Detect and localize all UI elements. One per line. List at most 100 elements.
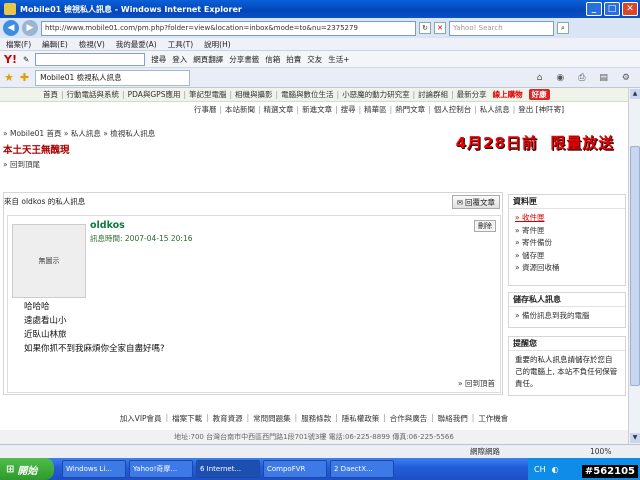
refresh-icon[interactable]: ↻ bbox=[419, 22, 431, 34]
message-box: 無圖示 oldkos 訊息時間: 2007-04-15 20:16 刪除 哈哈哈… bbox=[7, 215, 501, 393]
back-link[interactable]: » 回到頂尾 bbox=[3, 159, 40, 170]
subnav-pm[interactable]: 私人訊息 bbox=[480, 104, 510, 115]
scroll-down-icon[interactable]: ▼ bbox=[630, 433, 640, 443]
tab-mobile01[interactable]: Mobile01 檢視私人訊息 bbox=[35, 69, 191, 86]
folder-saved[interactable]: » 儲存匣 bbox=[515, 250, 619, 263]
back-to-top-link[interactable]: » 回到頂首 bbox=[458, 378, 495, 389]
footer-contact[interactable]: 聯絡我們 bbox=[438, 413, 468, 424]
subnav-hot[interactable]: 熱門文章 bbox=[395, 104, 425, 115]
vertical-scrollbar[interactable]: ▲ ▼ bbox=[628, 88, 640, 444]
sitenav-groups[interactable]: 討論群組 bbox=[418, 89, 448, 100]
sitenav-badge[interactable]: 好康 bbox=[528, 89, 550, 100]
zoom-level[interactable]: 100% bbox=[590, 447, 611, 456]
toolbar-share-button[interactable]: 分享書籤 bbox=[229, 54, 259, 65]
task-ie[interactable]: 6 Internet... bbox=[196, 460, 260, 478]
toolbar-search-input[interactable] bbox=[35, 52, 146, 66]
minimize-button[interactable]: _ bbox=[586, 2, 602, 16]
message-line: 近臥山林旅 bbox=[24, 330, 67, 340]
status-bar: 網際網路 100% bbox=[0, 444, 640, 458]
footer-ads[interactable]: 合作與廣告 bbox=[390, 413, 428, 424]
toolbar-translate-button[interactable]: 網頁翻譯 bbox=[193, 54, 223, 65]
folder-sent-backup[interactable]: » 寄件備份 bbox=[515, 237, 619, 250]
menu-favorites[interactable]: 我的最愛(A) bbox=[116, 39, 157, 50]
menu-edit[interactable]: 編輯(E) bbox=[42, 39, 68, 50]
backup-to-pc-link[interactable]: » 備份訊息到我的電腦 bbox=[515, 310, 619, 323]
task-windows-live[interactable]: Windows Li... bbox=[62, 460, 126, 478]
task-list: Windows Li... Yahoo!奇摩... 6 Internet... … bbox=[62, 460, 394, 478]
sitenav-pda[interactable]: PDA與GPS應用 bbox=[128, 89, 181, 100]
input-language[interactable]: CH bbox=[534, 465, 546, 474]
sitenav-notebook[interactable]: 筆記型電腦 bbox=[189, 89, 227, 100]
site-nav: 首頁 | 行動電話與系統 | PDA與GPS應用 | 筆記型電腦 | 相機與攝影 | 電腦… bbox=[0, 88, 628, 102]
sitenav-phones[interactable]: 行動電話與系統 bbox=[67, 89, 120, 100]
page-icon[interactable]: ▤ bbox=[599, 73, 608, 83]
url-input[interactable]: http://www.mobile01.com/pm.php?folder=vi… bbox=[41, 20, 416, 36]
folder-trash[interactable]: » 資源回收桶 bbox=[515, 262, 619, 275]
search-icon[interactable]: ⌕ bbox=[557, 22, 569, 34]
yahoo-logo-icon[interactable]: Y! bbox=[4, 53, 17, 66]
footer-faq[interactable]: 常問問題集 bbox=[253, 413, 291, 424]
footer-vip[interactable]: 加入VIP會員 bbox=[120, 413, 162, 424]
menu-file[interactable]: 檔案(F) bbox=[6, 39, 31, 50]
scroll-up-icon[interactable]: ▲ bbox=[630, 89, 640, 99]
sitenav-shop[interactable]: 線上購物 bbox=[493, 89, 523, 100]
feeds-icon[interactable]: ◉ bbox=[556, 73, 564, 83]
sitenav-motor[interactable]: 小惡魔的動力研究室 bbox=[342, 89, 410, 100]
folder-sent[interactable]: » 寄件匣 bbox=[515, 225, 619, 238]
sitenav-camera[interactable]: 相機與攝影 bbox=[235, 89, 273, 100]
subnav-new[interactable]: 新進文章 bbox=[302, 104, 332, 115]
maximize-button[interactable]: □ bbox=[604, 2, 620, 16]
folders-title: 資料匣 bbox=[509, 195, 625, 209]
task-yahoo[interactable]: Yahoo!奇摩... bbox=[129, 460, 193, 478]
subnav-news[interactable]: 本站新聞 bbox=[225, 104, 255, 115]
folder-inbox[interactable]: » 收件匣 bbox=[515, 212, 619, 225]
toolbar-friends-button[interactable]: 交友 bbox=[307, 54, 322, 65]
subnav-featured[interactable]: 精選文章 bbox=[264, 104, 294, 115]
sitenav-digital[interactable]: 電腦與數位生活 bbox=[281, 89, 334, 100]
toolbar-login-button[interactable]: 登入 bbox=[172, 54, 187, 65]
subnav-search[interactable]: 搜尋 bbox=[341, 104, 356, 115]
save-pm-title: 儲存私人訊息 bbox=[509, 293, 625, 307]
menu-tools[interactable]: 工具(T) bbox=[168, 39, 193, 50]
task-directx[interactable]: 2 DaectX... bbox=[330, 460, 394, 478]
footer-jobs[interactable]: 工作機會 bbox=[478, 413, 508, 424]
tray-icon[interactable]: ◐ bbox=[552, 465, 559, 474]
footer-privacy[interactable]: 隱私權政策 bbox=[342, 413, 380, 424]
tools-icon[interactable]: ⚙ bbox=[622, 73, 630, 83]
toolbar-mail-button[interactable]: 信箱 bbox=[265, 54, 280, 65]
forward-icon[interactable]: ▶ bbox=[22, 20, 38, 36]
print-icon[interactable]: ⎙ bbox=[578, 73, 585, 83]
banner-text-limited: 限量放送 bbox=[550, 133, 615, 152]
search-input[interactable]: Yahoo! Search bbox=[449, 20, 554, 36]
breadcrumb[interactable]: » Mobile01 首頁 » 私人訊息 » 檢視私人訊息 bbox=[3, 128, 155, 139]
home-icon[interactable]: ⌂ bbox=[537, 73, 543, 83]
toolbar-auction-button[interactable]: 拍賣 bbox=[286, 54, 301, 65]
subnav-control[interactable]: 個人控制台 bbox=[434, 104, 472, 115]
subnav-logout[interactable]: 登出 [神阡寄] bbox=[518, 104, 564, 115]
favorites-star-icon[interactable]: ★ bbox=[4, 71, 14, 84]
close-button[interactable]: ✕ bbox=[622, 2, 638, 16]
footer-terms[interactable]: 服務條款 bbox=[301, 413, 331, 424]
subnav-best[interactable]: 精華區 bbox=[364, 104, 387, 115]
sender-username[interactable]: oldkos bbox=[90, 220, 125, 231]
subnav-calendar[interactable]: 行事曆 bbox=[194, 104, 217, 115]
toolbar-life-button[interactable]: 生活+ bbox=[328, 54, 349, 65]
task-compofvr[interactable]: CompoFVR bbox=[263, 460, 327, 478]
scroll-thumb[interactable] bbox=[630, 146, 640, 386]
sitenav-share[interactable]: 最新分享 bbox=[457, 89, 487, 100]
delete-button[interactable]: 刪除 bbox=[474, 220, 496, 232]
sitenav-home[interactable]: 首頁 bbox=[43, 89, 58, 100]
reply-button[interactable]: ✉ 回覆文章 bbox=[451, 195, 500, 209]
menu-help[interactable]: 說明(H) bbox=[204, 39, 231, 50]
promo-banner[interactable]: 4月28日前 限量放送 bbox=[447, 130, 623, 154]
footer-download[interactable]: 檔案下載 bbox=[172, 413, 202, 424]
start-button[interactable]: ⊞ 開始 bbox=[0, 458, 54, 480]
menu-view[interactable]: 檢視(V) bbox=[79, 39, 105, 50]
message-time: 訊息時間: 2007-04-15 20:16 bbox=[90, 234, 193, 243]
stop-icon[interactable]: ✕ bbox=[434, 22, 446, 34]
footer-edu[interactable]: 教育資源 bbox=[213, 413, 243, 424]
toolbar-search-button[interactable]: 搜尋 bbox=[151, 54, 166, 65]
add-favorites-icon[interactable]: ✚ bbox=[20, 71, 29, 84]
back-icon[interactable]: ◀ bbox=[3, 20, 19, 36]
pencil-icon[interactable]: ✎ bbox=[23, 55, 29, 64]
